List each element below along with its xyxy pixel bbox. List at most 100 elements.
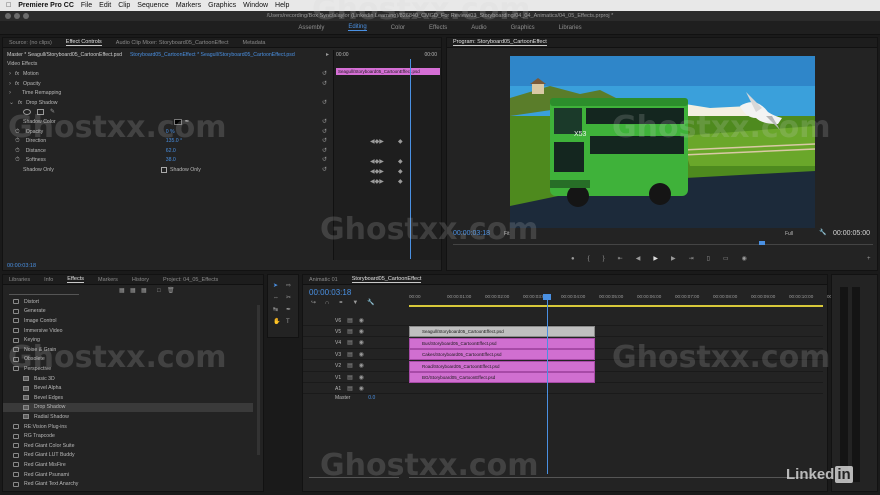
track-header[interactable]: V1 ▤ ◉: [323, 372, 403, 383]
playhead-handle[interactable]: [543, 294, 551, 300]
menu-sequence[interactable]: Sequence: [137, 2, 176, 9]
keyframe-icon[interactable]: ◆: [398, 139, 403, 145]
program-playhead[interactable]: [759, 241, 765, 245]
tab-history[interactable]: History: [132, 277, 149, 283]
effects-list-item[interactable]: Red Giant Psunami: [3, 470, 253, 480]
track-name[interactable]: V2: [335, 363, 341, 369]
tab-libraries[interactable]: Libraries: [9, 277, 30, 283]
menu-edit[interactable]: Edit: [99, 2, 118, 9]
mini-clip-bar[interactable]: Seagull/Storyboard05_CartoonEffect.psd: [336, 68, 440, 75]
tab-info[interactable]: Info: [44, 277, 53, 283]
track-header[interactable]: V2 ▤ ◉: [323, 361, 403, 372]
effects-list-item[interactable]: RE:Vision Plug-ins: [3, 422, 253, 432]
workspace-libraries[interactable]: Libraries: [559, 25, 582, 31]
effects-list-item[interactable]: Red Giant MisFire: [3, 460, 253, 470]
sync-lock-icon[interactable]: ▤: [347, 329, 353, 335]
stopwatch-icon[interactable]: ⏱: [15, 157, 20, 163]
effects-list-item[interactable]: Perspective: [3, 364, 253, 374]
tab-effect-controls[interactable]: Effect Controls: [65, 39, 102, 46]
keyframe-nav-icon[interactable]: ◀◆▶: [370, 179, 384, 185]
effect-drop-shadow[interactable]: Drop Shadow: [26, 100, 57, 106]
track-name[interactable]: V6: [335, 318, 341, 324]
reset-icon[interactable]: ↺: [322, 119, 327, 125]
effects-list-item[interactable]: Bevel Edges: [3, 393, 253, 403]
effect-mini-timeline[interactable]: 00:00 00:00 Seagull/Storyboard05_Cartoon…: [333, 50, 441, 260]
workspace-audio[interactable]: Audio: [471, 25, 486, 31]
opacity-value[interactable]: 0 %: [166, 129, 175, 135]
menu-markers[interactable]: Markers: [176, 2, 208, 9]
effect-time-remapping[interactable]: Time Remapping: [22, 90, 61, 96]
tab-program[interactable]: Program: Storyboard05_CartoonEffect: [453, 39, 547, 46]
selection-tool-icon[interactable]: ➤: [273, 283, 278, 289]
effects-list-item[interactable]: Distort: [3, 297, 253, 307]
add-marker-icon[interactable]: ▼: [352, 300, 358, 306]
minimize-window-icon[interactable]: [14, 13, 20, 19]
in-point-icon[interactable]: {: [588, 256, 590, 262]
workspace-effects[interactable]: Effects: [429, 25, 447, 31]
menu-clip[interactable]: Clip: [118, 2, 137, 9]
direction-value[interactable]: 135.0 °: [166, 138, 183, 144]
effect-motion[interactable]: Motion: [23, 71, 39, 77]
sync-lock-icon[interactable]: ▤: [347, 386, 353, 392]
track-header[interactable]: V4 ▤ ◉: [323, 338, 403, 349]
menu-file[interactable]: File: [81, 2, 99, 9]
effects-list-item[interactable]: Obsolete: [3, 355, 253, 365]
workspace-color[interactable]: Color: [391, 25, 405, 31]
32bit-effects-icon[interactable]: ▦: [130, 288, 136, 294]
reset-icon[interactable]: ↺: [322, 81, 327, 87]
reset-icon[interactable]: ↺: [322, 167, 327, 173]
tab-project[interactable]: Project: 04_05_Effects: [163, 277, 218, 283]
stopwatch-icon[interactable]: ⏱: [15, 129, 20, 135]
timeline-clip[interactable]: Road/Storyboard05_CartoonEffect.psd: [409, 360, 595, 372]
keyframe-nav-icon[interactable]: ◀◆▶: [370, 159, 384, 165]
sync-lock-icon[interactable]: ▤: [347, 340, 353, 346]
step-forward-icon[interactable]: ▶: [671, 256, 676, 262]
reset-icon[interactable]: ↺: [322, 100, 327, 106]
zoom-window-icon[interactable]: [23, 13, 29, 19]
slip-tool-icon[interactable]: ↹: [273, 307, 278, 313]
tab-markers[interactable]: Markers: [98, 277, 118, 283]
timeline-h-scroll[interactable]: [309, 475, 399, 478]
track-header[interactable]: V5 ▤ ◉: [323, 326, 403, 337]
effects-list-item[interactable]: Image Control: [3, 316, 253, 326]
effects-list-item[interactable]: Noise & Grain: [3, 345, 253, 355]
workspace-assembly[interactable]: Assembly: [298, 25, 324, 31]
eye-icon[interactable]: ◉: [359, 352, 364, 358]
keyframe-icon[interactable]: ◆: [398, 169, 403, 175]
tab-effects[interactable]: Effects: [67, 276, 84, 283]
step-back-icon[interactable]: ◀: [636, 256, 641, 262]
sync-lock-icon[interactable]: ▤: [347, 375, 353, 381]
menu-app[interactable]: Premiere Pro CC: [18, 2, 81, 9]
workspace-editing[interactable]: Editing: [348, 24, 367, 31]
effects-scrollbar[interactable]: [257, 305, 260, 455]
effects-list-item[interactable]: Red Giant Color Suite: [3, 441, 253, 451]
program-scrub-bar[interactable]: [453, 242, 873, 245]
timeline-clip[interactable]: Bus/Storyboard05_CartoonEffect.psd: [409, 337, 595, 349]
go-to-out-icon[interactable]: ⇥: [689, 256, 694, 262]
reset-icon[interactable]: ↺: [322, 71, 327, 77]
track-header[interactable]: V6 ▤ ◉: [323, 315, 403, 326]
keyframe-icon[interactable]: ◆: [398, 159, 403, 165]
effects-list-item[interactable]: RG Trapcode: [3, 431, 253, 441]
sync-lock-icon[interactable]: ▤: [347, 352, 353, 358]
active-clip-label[interactable]: Storyboard05_CartoonEffect * Seagull/Sto…: [130, 52, 295, 58]
tab-sequence[interactable]: Storyboard05_CartoonEffect: [351, 276, 422, 283]
work-area-bar[interactable]: [409, 305, 823, 307]
collapse-chevron-icon[interactable]: ⌄: [9, 100, 14, 106]
timeline-clip[interactable]: Seagull/Storyboard05_CartoonEffect.psd: [409, 326, 595, 338]
master-clip-label[interactable]: Master * Seagull/Storyboard05_CartoonEff…: [7, 52, 122, 58]
sync-lock-icon[interactable]: ▤: [347, 318, 353, 324]
new-bin-icon[interactable]: □: [157, 288, 161, 294]
effects-list-item[interactable]: Basic 3D: [3, 374, 253, 384]
timeline-clip[interactable]: BG/Storyboard05_CartoonEffect.psd: [409, 372, 595, 383]
play-icon[interactable]: ▶: [653, 256, 658, 262]
timeline-timecode[interactable]: 00:00:03:18: [309, 288, 351, 297]
effects-list-item[interactable]: Immersive Video: [3, 326, 253, 336]
effect-opacity[interactable]: Opacity: [23, 81, 41, 87]
yuv-effects-icon[interactable]: ▦: [141, 288, 147, 294]
track-name[interactable]: A1: [335, 386, 341, 392]
go-to-in-icon[interactable]: ⇤: [618, 256, 623, 262]
track-name[interactable]: V3: [335, 352, 341, 358]
wrench-icon[interactable]: 🔧: [819, 230, 826, 236]
type-tool-icon[interactable]: T: [286, 319, 290, 325]
